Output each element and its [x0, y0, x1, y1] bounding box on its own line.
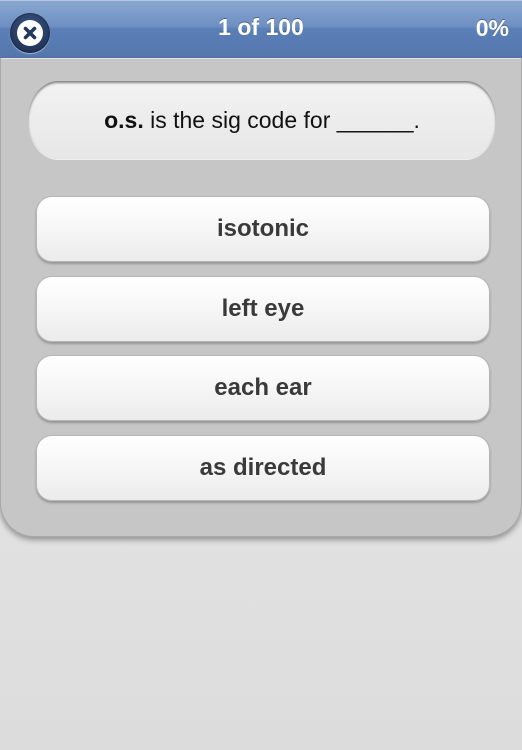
question-counter: 1 of 100	[218, 14, 304, 40]
quiz-screen: 1 of 100 0% o.s. is the sig code for ___…	[0, 0, 522, 750]
progress-percent: 0%	[475, 15, 509, 41]
answer-option-2[interactable]: left eye	[36, 276, 490, 342]
top-nav-bar: 1 of 100 0%	[0, 0, 522, 59]
question-text: o.s. is the sig code for ______.	[104, 107, 420, 134]
question-prompt: is the sig code for ______.	[143, 106, 420, 133]
answer-option-4[interactable]: as directed	[36, 435, 490, 501]
question-term: o.s.	[104, 106, 144, 133]
question-bubble: o.s. is the sig code for ______.	[28, 81, 496, 159]
answer-option-1[interactable]: isotonic	[36, 196, 490, 262]
question-card: o.s. is the sig code for ______. isotoni…	[0, 58, 522, 537]
answer-option-3[interactable]: each ear	[36, 355, 490, 421]
